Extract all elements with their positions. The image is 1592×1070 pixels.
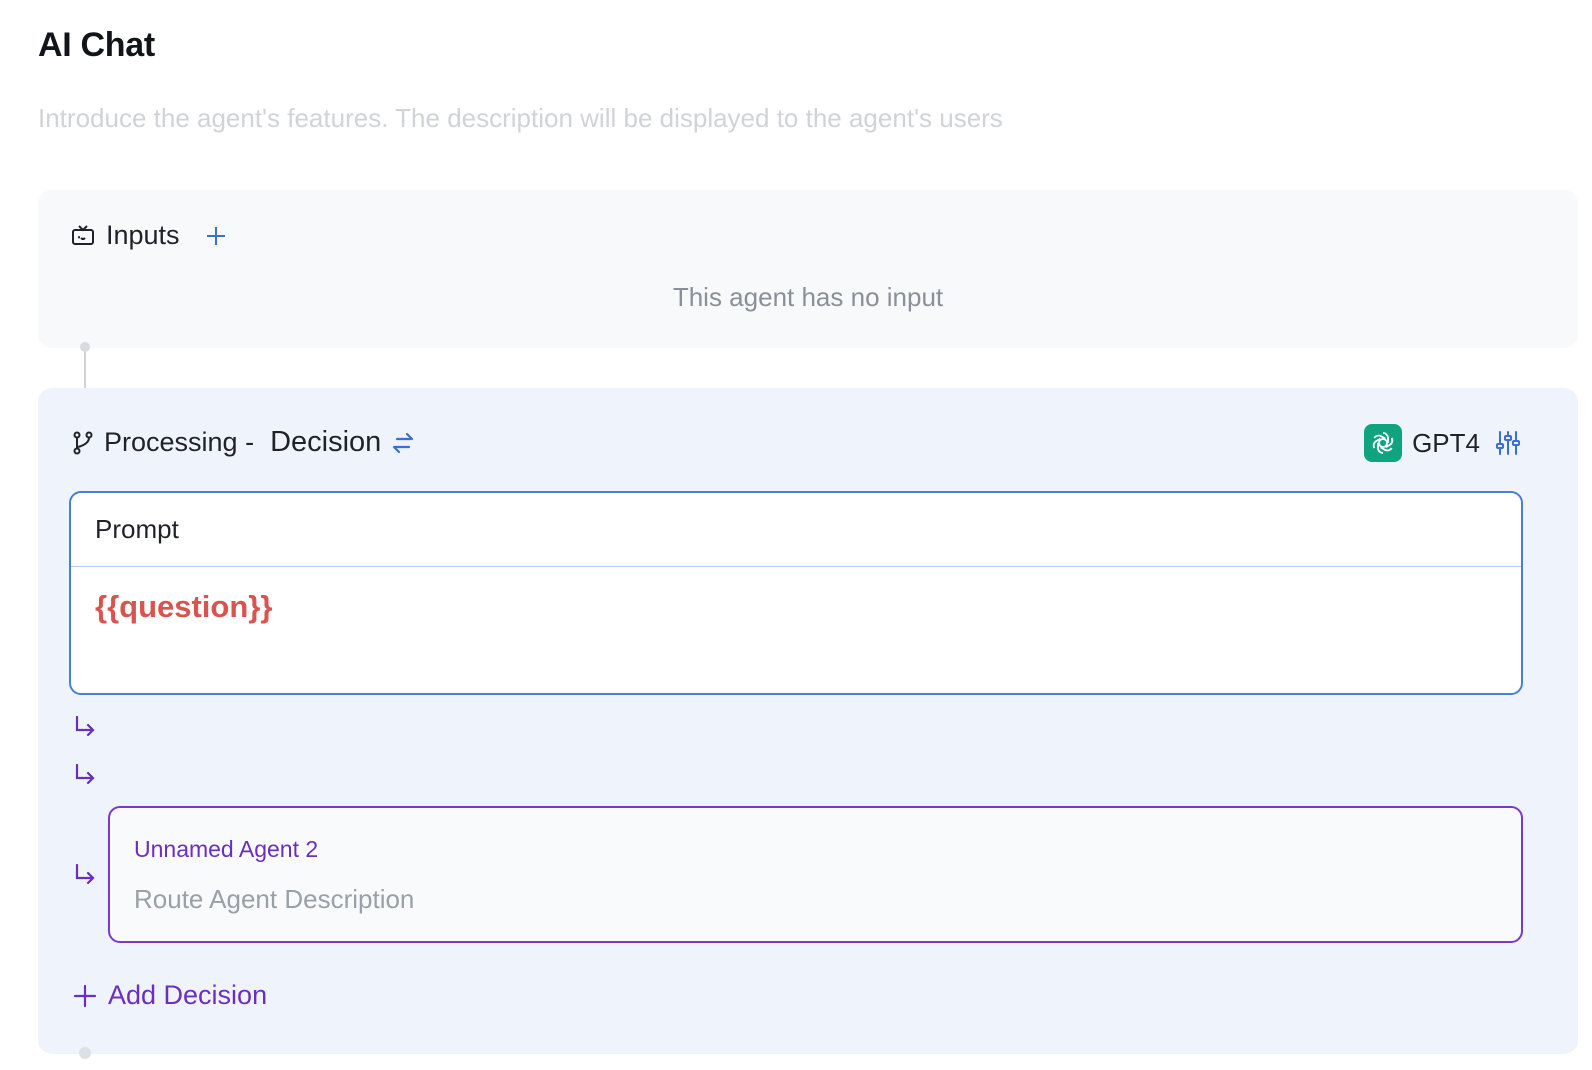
prompt-editor[interactable]: Prompt {{question}}: [69, 491, 1523, 695]
route-agent-card[interactable]: Unnamed Agent 2 Route Agent Description: [108, 806, 1523, 943]
plus-icon: [72, 983, 98, 1009]
sliders-icon[interactable]: [1494, 429, 1522, 457]
description-field[interactable]: Introduce the agent's features. The desc…: [38, 103, 1003, 134]
processing-label: Processing -: [104, 427, 255, 457]
flow-connector-dot: [79, 1047, 91, 1059]
prompt-content[interactable]: {{question}}: [71, 567, 1521, 647]
no-input-message: This agent has no input: [672, 282, 944, 312]
return-arrow-icon: [72, 714, 98, 740]
processing-mode: Decision: [270, 426, 382, 458]
inputs-header: Inputs: [70, 220, 228, 251]
openai-logo-icon: [1364, 424, 1403, 462]
add-input-plus-icon[interactable]: [204, 224, 228, 248]
model-name: GPT4: [1412, 427, 1480, 458]
add-decision-label: Add Decision: [108, 980, 268, 1010]
route-agent-name[interactable]: Unnamed Agent 2: [134, 836, 318, 863]
processing-section: Processing - Decision GPT4 Prompt {{ques…: [38, 388, 1578, 1054]
model-selector[interactable]: GPT4: [1364, 424, 1522, 462]
inputs-label: Inputs: [106, 220, 180, 250]
branch-icon: [70, 430, 96, 456]
return-arrow-icon: [72, 862, 98, 888]
route-agent-description[interactable]: Route Agent Description: [134, 884, 414, 915]
prompt-label: Prompt: [71, 493, 1521, 567]
agent-editor: AI Chat Introduce the agent's features. …: [0, 0, 1592, 1070]
inputs-section: Inputs This agent has no input: [38, 190, 1578, 348]
add-decision-button[interactable]: Add Decision: [72, 980, 267, 1011]
robot-icon: [70, 223, 96, 249]
page-title[interactable]: AI Chat: [38, 26, 155, 65]
swap-arrows-icon[interactable]: [389, 429, 417, 457]
return-arrow-icon: [72, 762, 98, 788]
processing-header: Processing - Decision: [70, 426, 417, 459]
